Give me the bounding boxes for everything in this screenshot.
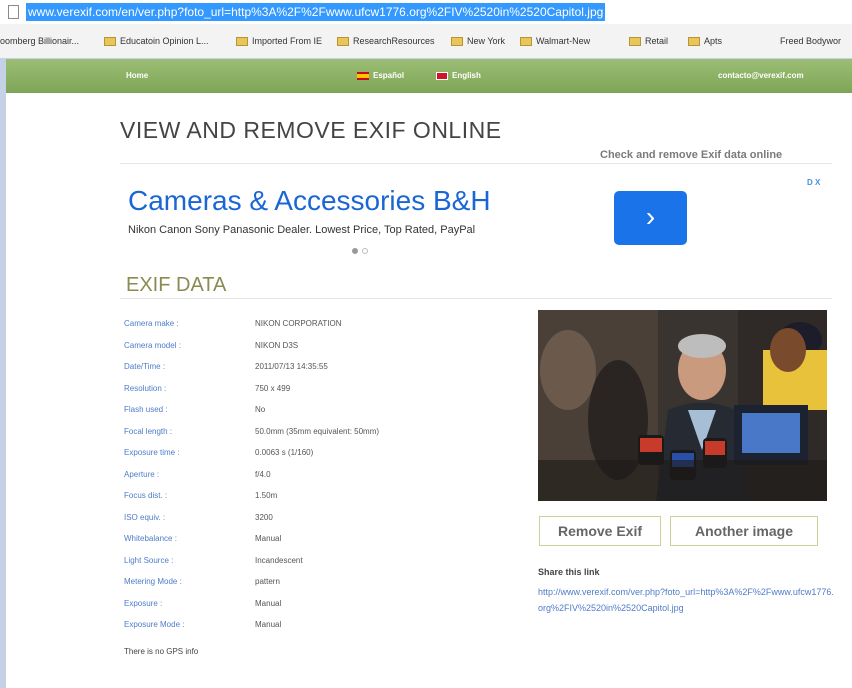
exif-value: 2011/07/13 14:35:55 (255, 362, 328, 371)
exif-value: NIKON D3S (255, 341, 299, 350)
ad-description: Nikon Canon Sony Panasonic Dealer. Lowes… (128, 224, 476, 236)
folder-icon (236, 36, 248, 46)
remove-exif-button[interactable]: Remove Exif (539, 516, 661, 546)
ad-headline[interactable]: Cameras & Accessories B&H (128, 185, 491, 217)
url-text[interactable]: www.verexif.com/en/ver.php?foto_url=http… (26, 3, 606, 21)
exif-value: 1.50m (255, 491, 278, 500)
exif-value: Manual (255, 599, 282, 608)
bookmark-item[interactable]: Freed Bodywor (780, 36, 841, 46)
folder-icon (337, 36, 349, 46)
exif-value: 50.0mm (35mm equivalent: 50mm) (255, 427, 380, 436)
nav-espanol[interactable]: Español (357, 71, 404, 80)
exif-label: Metering Mode : (124, 577, 182, 586)
bookmark-label: Imported From IE (252, 36, 323, 46)
folder-icon (104, 36, 116, 46)
exif-value: Incandescent (255, 556, 303, 565)
bookmark-label: Retail (645, 36, 669, 46)
bookmark-label: Educatoin Opinion L... (120, 36, 209, 46)
page-icon (8, 5, 19, 19)
exif-label: Camera make : (124, 319, 179, 328)
exif-value: 3200 (255, 513, 273, 522)
spain-flag-icon (357, 71, 369, 80)
exif-value: 0.0063 s (1/160) (255, 448, 314, 457)
adchoices-icon[interactable]: D X (807, 178, 820, 187)
exif-value: Manual (255, 534, 282, 543)
exif-label: Exposure Mode : (124, 620, 185, 629)
nav-contact[interactable]: contacto@verexif.com (718, 71, 804, 80)
tagline: Check and remove Exif data online (600, 149, 783, 161)
divider (120, 298, 832, 299)
exif-label: Resolution : (124, 384, 167, 393)
bookmark-item[interactable]: ResearchResources (337, 36, 435, 46)
bookmark-item[interactable]: Imported From IE (236, 36, 322, 46)
bookmark-label: oomberg Billionair... (0, 36, 80, 46)
exif-label: Whitebalance : (124, 534, 177, 543)
exif-value: Manual (255, 620, 282, 629)
bookmark-item[interactable]: oomberg Billionair... (0, 36, 79, 46)
exif-value: f/4.0 (255, 470, 271, 479)
exif-label: Aperture : (124, 470, 160, 479)
page-content: VIEW AND REMOVE EXIF ONLINE Check and re… (6, 93, 852, 688)
bookmark-item[interactable]: New York (451, 36, 505, 46)
nav-english-label: English (452, 71, 481, 80)
bookmark-item[interactable]: Apts (688, 36, 722, 46)
pager-dot[interactable] (362, 248, 368, 254)
exif-label: Date/Time : (124, 362, 166, 371)
folder-icon (451, 36, 463, 46)
bookmark-label: ResearchResources (353, 36, 435, 46)
exif-label: ISO equiv. : (124, 513, 166, 522)
share-link[interactable]: http://www.verexif.com/ver.php?foto_url=… (538, 584, 838, 616)
page-title: VIEW AND REMOVE EXIF ONLINE (120, 117, 502, 143)
folder-icon (629, 36, 641, 46)
ad-arrow-button[interactable]: › (614, 191, 687, 245)
share-title: Share this link (538, 567, 600, 577)
exif-section-title: EXIF DATA (126, 274, 227, 296)
another-image-button[interactable]: Another image (670, 516, 818, 546)
bookmark-item[interactable]: Educatoin Opinion L... (104, 36, 209, 46)
site-nav: Home Español English contacto@verexif.co… (6, 59, 852, 93)
exif-value: 750 x 499 (255, 384, 291, 393)
pager-dot[interactable] (352, 248, 358, 254)
bookmark-label: Freed Bodywor (780, 36, 842, 46)
exif-value: pattern (255, 577, 280, 586)
gps-note: There is no GPS info (124, 647, 199, 656)
bookmarks-bar: oomberg Billionair... Educatoin Opinion … (0, 24, 852, 58)
exif-label: Light Source : (124, 556, 174, 565)
exif-label: Exposure : (124, 599, 163, 608)
exif-value: No (255, 405, 266, 414)
bookmark-label: Walmart-New (536, 36, 591, 46)
nav-espanol-label: Español (373, 71, 405, 80)
bookmark-label: Apts (704, 36, 723, 46)
exif-label: Camera model : (124, 341, 181, 350)
divider (120, 163, 832, 164)
exif-label: Focus dist. : (124, 491, 168, 500)
photo-illustration (538, 310, 827, 501)
uk-flag-icon (436, 71, 448, 80)
ad-pager (352, 248, 368, 254)
bookmark-item[interactable]: Walmart-New (520, 36, 590, 46)
bookmark-label: New York (467, 36, 506, 46)
exif-value: NIKON CORPORATION (255, 319, 342, 328)
folder-icon (520, 36, 532, 46)
nav-home[interactable]: Home (126, 71, 148, 80)
address-bar[interactable]: www.verexif.com/en/ver.php?foto_url=http… (0, 0, 852, 24)
exif-label: Focal length : (124, 427, 173, 436)
nav-english[interactable]: English (436, 71, 481, 80)
exif-label: Exposure time : (124, 448, 180, 457)
uploaded-photo (538, 310, 827, 501)
bookmark-item[interactable]: Retail (629, 36, 668, 46)
exif-label: Flash used : (124, 405, 168, 414)
folder-icon (688, 36, 700, 46)
